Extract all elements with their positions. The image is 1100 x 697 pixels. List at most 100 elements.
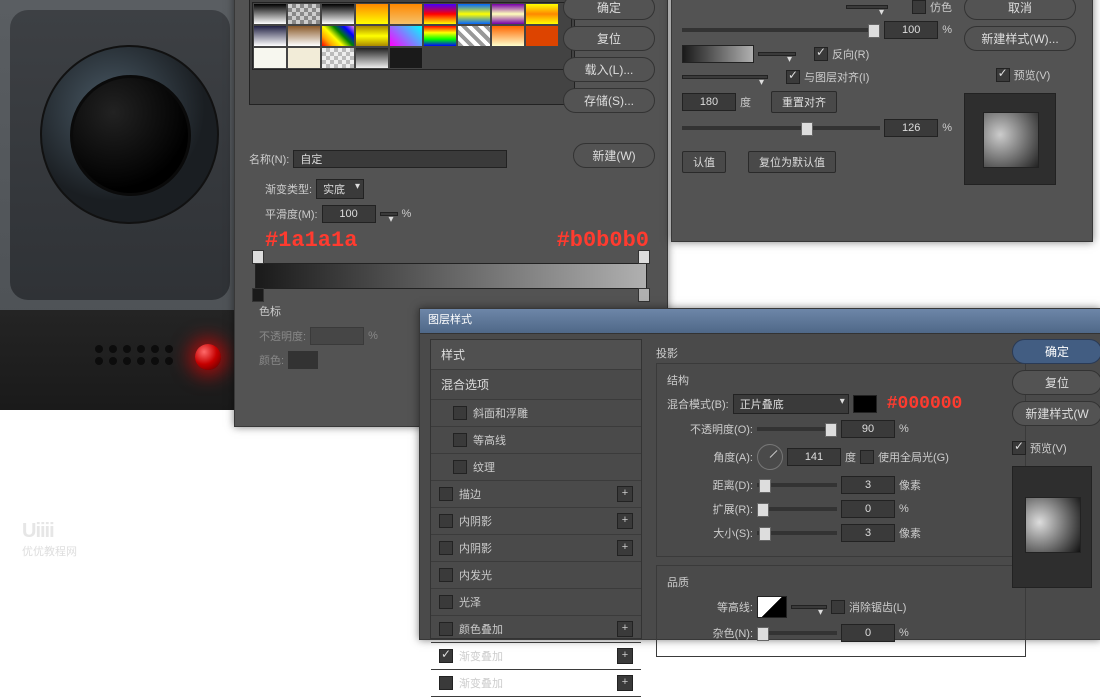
style-item-checkbox[interactable] bbox=[439, 487, 453, 501]
dialog-titlebar[interactable]: 图层样式 bbox=[420, 309, 1100, 334]
smooth-input[interactable] bbox=[322, 205, 376, 223]
contour-picker[interactable] bbox=[757, 596, 787, 618]
reverse-checkbox[interactable] bbox=[814, 47, 828, 61]
angle-input[interactable] bbox=[682, 93, 736, 111]
global-light-label: 使用全局光(G) bbox=[878, 449, 949, 465]
shadow-opacity-slider[interactable] bbox=[757, 427, 837, 431]
opacity-stop-right[interactable] bbox=[638, 250, 650, 264]
style-item-checkbox[interactable] bbox=[439, 595, 453, 609]
style-item-checkbox[interactable] bbox=[439, 568, 453, 582]
blend-options-row[interactable]: 混合选项 bbox=[431, 370, 641, 400]
style-item-label: 光泽 bbox=[459, 594, 481, 610]
style-item-checkbox[interactable] bbox=[453, 406, 467, 420]
smooth-unit-select[interactable] bbox=[380, 212, 398, 216]
shadow-angle-input[interactable] bbox=[787, 448, 841, 466]
shadow-angle-label: 角度(A): bbox=[667, 449, 753, 465]
style-item[interactable]: 渐变叠加+ bbox=[431, 670, 641, 697]
add-effect-icon[interactable]: + bbox=[617, 513, 633, 529]
dither-checkbox[interactable] bbox=[912, 0, 926, 14]
preview-checkbox[interactable] bbox=[996, 68, 1010, 82]
style-item-checkbox[interactable] bbox=[439, 676, 453, 690]
shadow-blend-mode-select[interactable]: 正片叠底 bbox=[733, 394, 849, 414]
style-select[interactable] bbox=[682, 75, 768, 79]
watermark: Uiiii 优优教程网 bbox=[22, 520, 77, 559]
add-effect-icon[interactable]: + bbox=[617, 675, 633, 691]
opacity-stop-left[interactable] bbox=[252, 250, 264, 264]
gradient-bar[interactable] bbox=[255, 263, 647, 289]
add-effect-icon[interactable]: + bbox=[617, 540, 633, 556]
noise-input[interactable] bbox=[841, 624, 895, 642]
style-item-checkbox[interactable] bbox=[453, 433, 467, 447]
spread-input[interactable] bbox=[841, 500, 895, 518]
noise-slider[interactable] bbox=[757, 631, 837, 635]
ls-ok-button[interactable]: 确定 bbox=[1012, 339, 1100, 364]
ok-button[interactable]: 确定 bbox=[563, 0, 655, 20]
blend-mode-select[interactable] bbox=[846, 5, 888, 9]
style-item[interactable]: 内阴影+ bbox=[431, 535, 641, 562]
make-default-button[interactable]: 认值 bbox=[682, 151, 726, 173]
ls-preview-checkbox[interactable] bbox=[1012, 441, 1026, 455]
style-item[interactable]: 内发光 bbox=[431, 562, 641, 589]
cancel-button[interactable]: 取消 bbox=[964, 0, 1076, 20]
opacity-input[interactable] bbox=[884, 21, 938, 39]
stop-opacity-input bbox=[310, 327, 364, 345]
gradient-overlay-panel: 仿色 % 反向(R) 与图层对齐(I) 度 重置对齐 bbox=[671, 0, 1093, 242]
stop-color-swatch bbox=[288, 351, 318, 369]
new-style-button[interactable]: 新建样式(W)... bbox=[964, 26, 1076, 51]
contour-dropdown[interactable] bbox=[791, 605, 827, 609]
ls-new-style-button[interactable]: 新建样式(W bbox=[1012, 401, 1100, 426]
size-slider[interactable] bbox=[757, 531, 837, 535]
style-item[interactable]: 颜色叠加+ bbox=[431, 616, 641, 643]
grad-type-select[interactable]: 实底 bbox=[316, 179, 364, 199]
reset-align-button[interactable]: 重置对齐 bbox=[771, 91, 837, 113]
reset-default-button[interactable]: 复位为默认值 bbox=[748, 151, 836, 173]
quality-label: 品质 bbox=[667, 574, 1015, 590]
spread-slider[interactable] bbox=[757, 507, 837, 511]
red-label-right: #b0b0b0 bbox=[557, 228, 649, 253]
add-effect-icon[interactable]: + bbox=[617, 648, 633, 664]
add-effect-icon[interactable]: + bbox=[617, 486, 633, 502]
blend-mode-label: 混合模式(B): bbox=[667, 396, 729, 412]
ls-reset-button[interactable]: 复位 bbox=[1012, 370, 1100, 395]
style-item-label: 描边 bbox=[459, 486, 481, 502]
scale-slider[interactable] bbox=[682, 126, 880, 130]
style-item[interactable]: 内阴影+ bbox=[431, 508, 641, 535]
color-stop-right[interactable] bbox=[638, 288, 650, 302]
distance-input[interactable] bbox=[841, 476, 895, 494]
reset-button[interactable]: 复位 bbox=[563, 26, 655, 51]
color-stop-left[interactable] bbox=[252, 288, 264, 302]
align-checkbox[interactable] bbox=[786, 70, 800, 84]
angle-dial[interactable] bbox=[757, 444, 783, 470]
style-item[interactable]: 纹理 bbox=[431, 454, 641, 481]
name-input[interactable] bbox=[293, 150, 507, 168]
gradient-dropdown[interactable] bbox=[758, 52, 796, 56]
shadow-opacity-input[interactable] bbox=[841, 420, 895, 438]
style-item-checkbox[interactable] bbox=[439, 541, 453, 555]
style-item[interactable]: 等高线 bbox=[431, 427, 641, 454]
stop-opacity-unit: % bbox=[368, 330, 378, 342]
style-item-checkbox[interactable] bbox=[453, 460, 467, 474]
save-button[interactable]: 存储(S)... bbox=[563, 88, 655, 113]
style-item[interactable]: 描边 + bbox=[431, 481, 641, 508]
add-effect-icon[interactable]: + bbox=[617, 621, 633, 637]
watermark-logo: Uiiii bbox=[22, 520, 54, 542]
gradient-presets[interactable] bbox=[249, 0, 575, 105]
style-item[interactable]: 渐变叠加+ bbox=[431, 643, 641, 670]
global-light-checkbox[interactable] bbox=[860, 450, 874, 464]
size-input[interactable] bbox=[841, 524, 895, 542]
new-button[interactable]: 新建(W) bbox=[573, 143, 655, 168]
style-item-checkbox[interactable] bbox=[439, 649, 453, 663]
style-item-checkbox[interactable] bbox=[439, 622, 453, 636]
opacity-slider[interactable] bbox=[682, 28, 880, 32]
shadow-color-swatch[interactable] bbox=[853, 395, 877, 413]
distance-slider[interactable] bbox=[757, 483, 837, 487]
scale-input[interactable] bbox=[884, 119, 938, 137]
load-button[interactable]: 载入(L)... bbox=[563, 57, 655, 82]
style-item[interactable]: 斜面和浮雕 bbox=[431, 400, 641, 427]
style-item-checkbox[interactable] bbox=[439, 514, 453, 528]
antialias-checkbox[interactable] bbox=[831, 600, 845, 614]
styles-header[interactable]: 样式 bbox=[431, 340, 641, 370]
gradient-preview[interactable] bbox=[682, 45, 754, 63]
style-item[interactable]: 光泽 bbox=[431, 589, 641, 616]
drop-shadow-panel: 投影 结构 混合模式(B): 正片叠底 #000000 不透明度(O): % 角… bbox=[656, 339, 1026, 657]
